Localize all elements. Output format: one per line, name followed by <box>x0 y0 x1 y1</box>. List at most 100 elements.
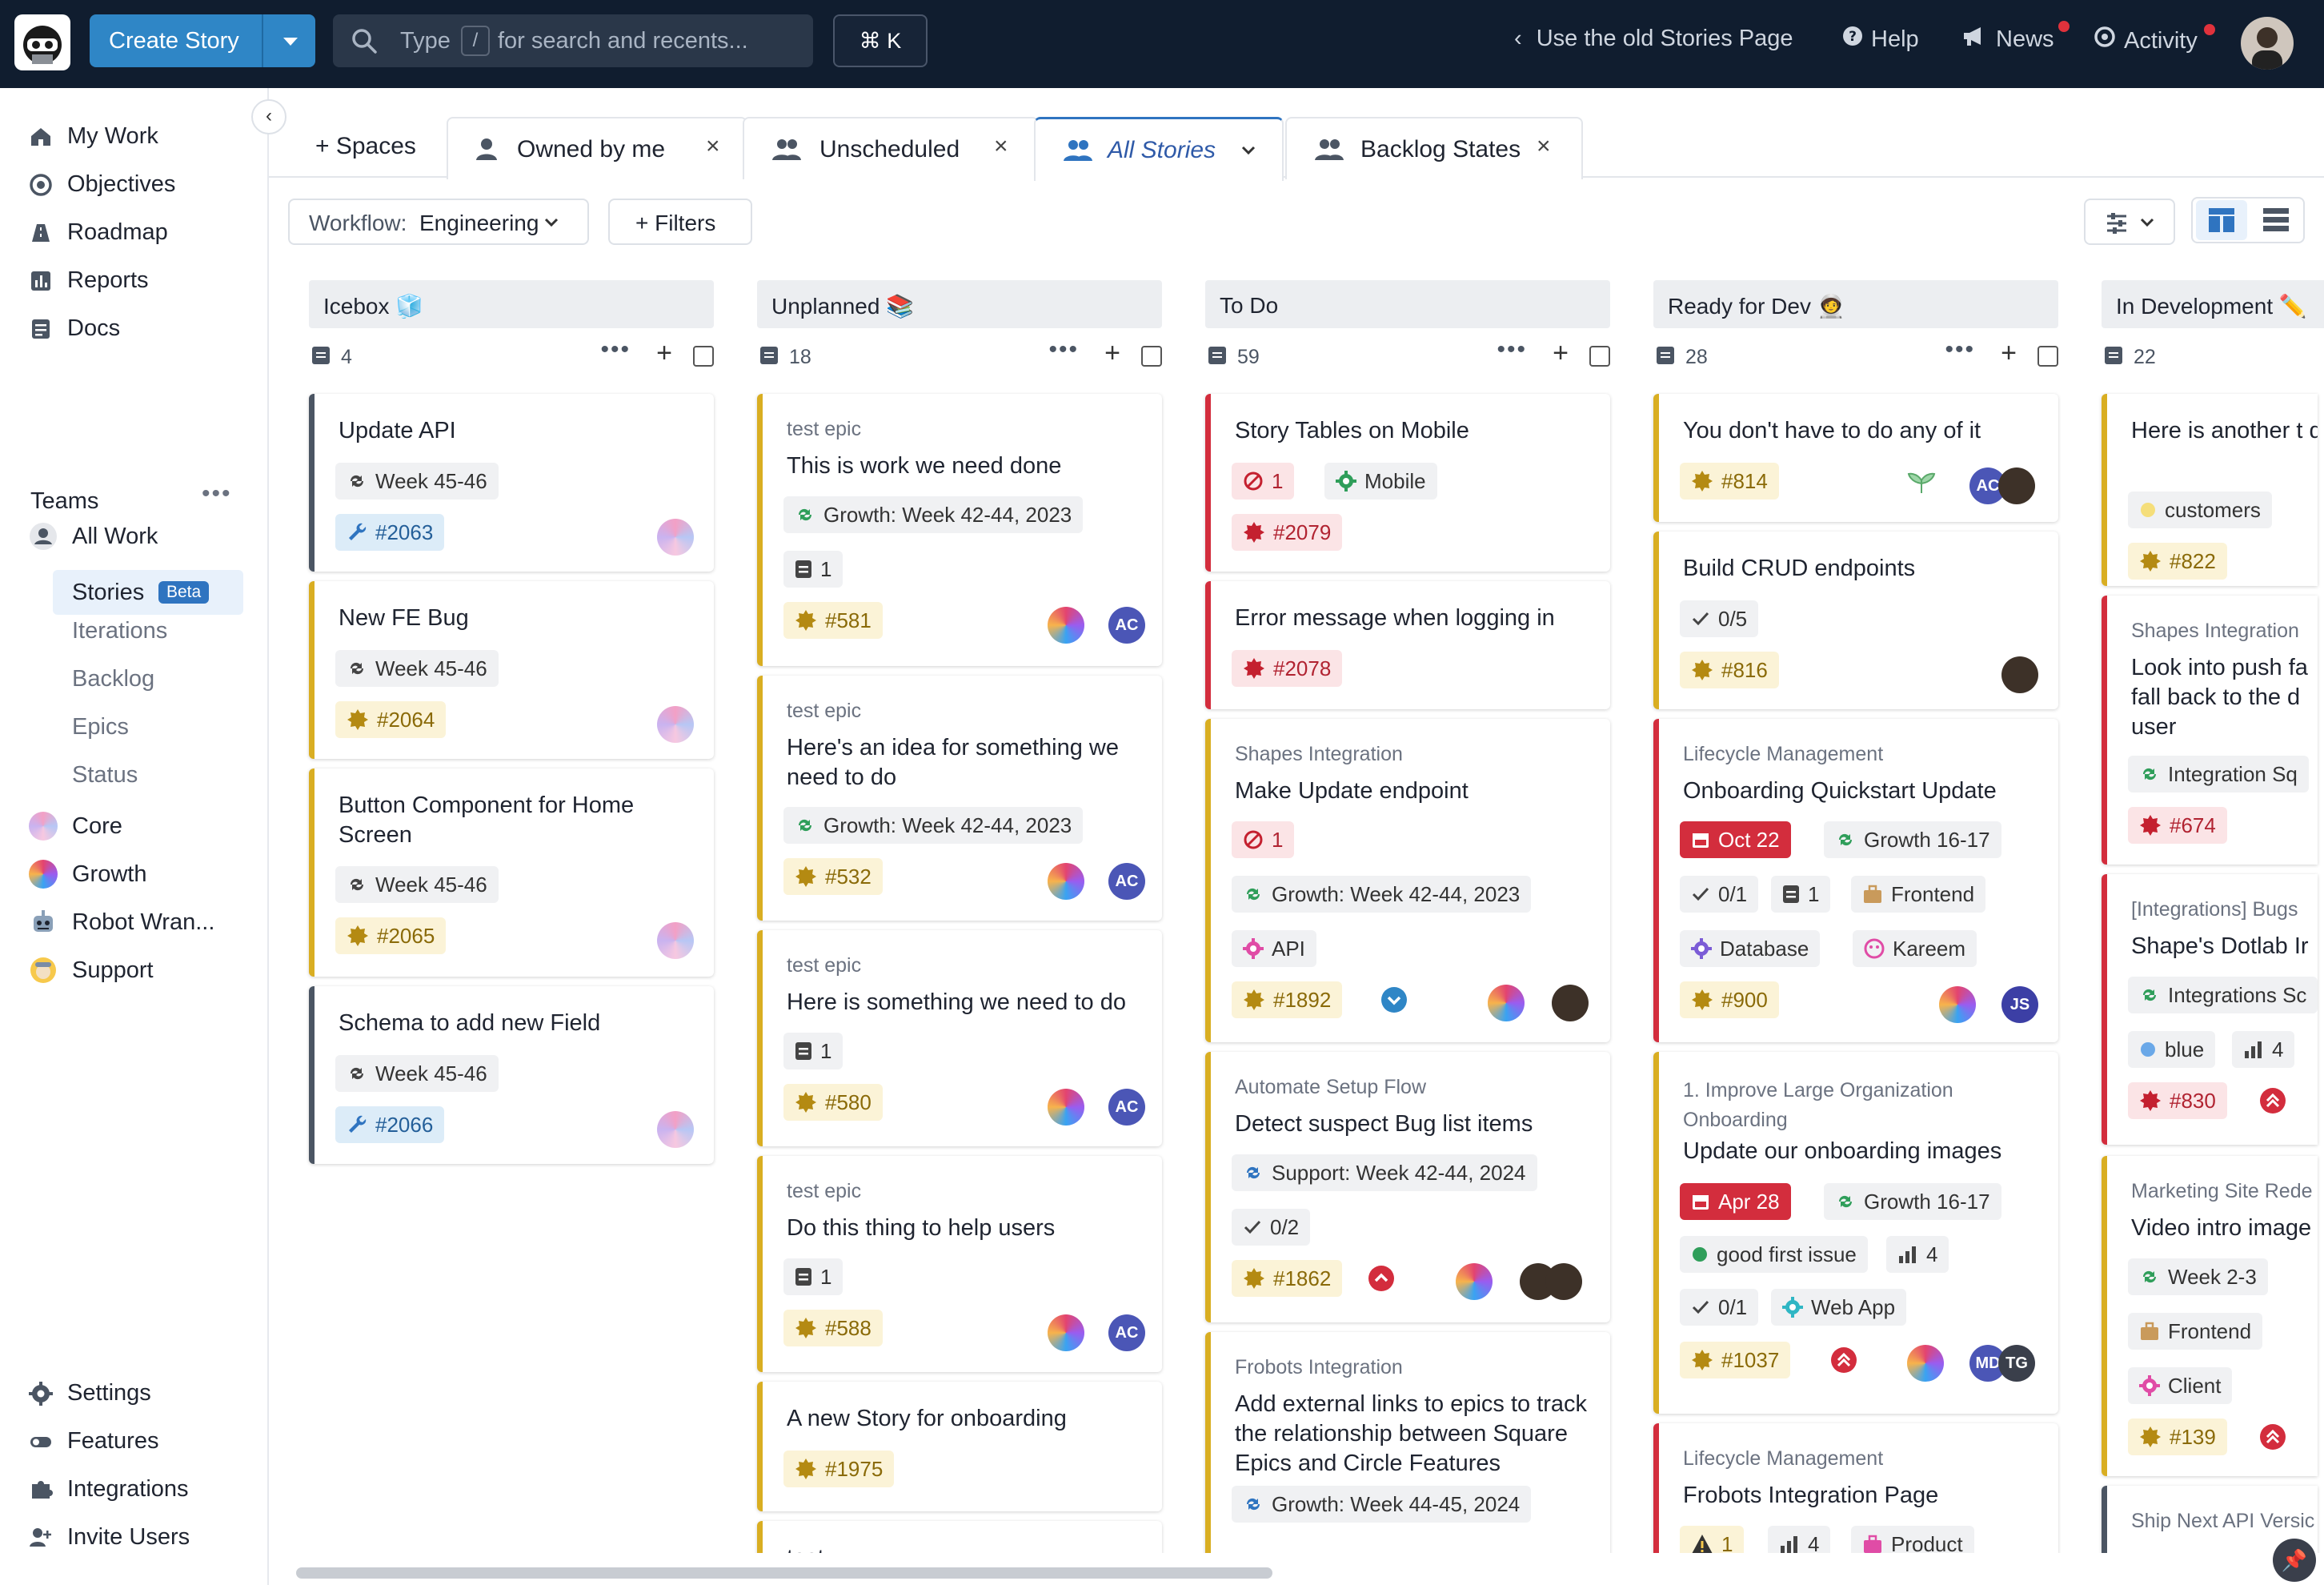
owner-avatar[interactable]: AC <box>1108 1089 1145 1126</box>
filters-button[interactable]: + Filters <box>608 199 752 245</box>
story-pill[interactable]: #900 <box>1680 981 1779 1018</box>
owner-avatar[interactable] <box>657 922 694 959</box>
sidebar-team-core[interactable]: Core <box>29 812 122 841</box>
add-story-icon[interactable]: + <box>1104 338 1120 369</box>
story-card[interactable]: A new Story for onboarding #1975 <box>757 1382 1162 1511</box>
story-pill[interactable]: Mobile <box>1324 463 1437 500</box>
story-card[interactable]: Automate Setup Flow Detect suspect Bug li… <box>1205 1052 1610 1322</box>
story-pill[interactable]: #1975 <box>783 1451 895 1487</box>
story-pill[interactable]: Growth: Week 42-44, 2023 <box>783 496 1084 533</box>
close-icon[interactable]: × <box>1537 133 1551 160</box>
column-header[interactable]: To Do <box>1205 280 1610 328</box>
owner-avatar[interactable] <box>1048 1314 1084 1351</box>
column-more-icon[interactable]: ••• <box>600 336 631 363</box>
story-pill[interactable]: 1 <box>1232 821 1295 858</box>
tab-unscheduled[interactable]: Unscheduled × <box>743 117 1039 179</box>
pin-icon[interactable]: 📌 <box>2273 1539 2316 1582</box>
story-card[interactable]: Schema to add new Field Week 45-46 #2066 <box>309 986 714 1164</box>
sidebar-item-settings[interactable]: Settings <box>29 1380 151 1406</box>
column-header[interactable]: Icebox 🧊 <box>309 280 714 328</box>
display-settings-button[interactable] <box>2084 199 2175 245</box>
column-header[interactable]: Ready for Dev 🧑‍🚀 <box>1653 280 2058 328</box>
column-more-icon[interactable]: ••• <box>1048 336 1079 363</box>
story-pill[interactable]: Web App <box>1771 1289 1907 1326</box>
story-pill[interactable]: Week 45-46 <box>335 650 499 687</box>
story-pill[interactable]: Client <box>2128 1367 2233 1404</box>
sidebar-item-all-work[interactable]: All Work <box>29 522 158 551</box>
story-card[interactable]: Lifecycle Management Onboarding Quickstar… <box>1653 719 2058 1042</box>
story-pill[interactable]: #1862 <box>1232 1260 1343 1297</box>
sidebar-team-growth[interactable]: Growth <box>29 860 146 889</box>
story-pill[interactable]: #588 <box>783 1310 883 1346</box>
owner-avatar[interactable] <box>1456 1263 1493 1300</box>
story-pill[interactable]: #816 <box>1680 652 1779 688</box>
priority-highest-icon[interactable] <box>2259 1423 2286 1455</box>
story-pill[interactable]: #674 <box>2128 807 2227 844</box>
owner-avatar[interactable] <box>1488 985 1525 1021</box>
sidebar-item-backlog[interactable]: Backlog <box>72 666 154 692</box>
story-pill[interactable]: #814 <box>1680 463 1779 500</box>
user-avatar[interactable] <box>2241 17 2294 70</box>
story-pill[interactable]: 1 <box>783 1258 843 1295</box>
sidebar-item-epics[interactable]: Epics <box>72 714 129 740</box>
story-card[interactable]: test epic Here is something we need to do… <box>757 930 1162 1146</box>
story-pill[interactable]: #822 <box>2128 543 2227 580</box>
story-pill[interactable]: Kareem <box>1853 930 1977 967</box>
story-pill[interactable]: Growth: Week 44-45, 2024 <box>1232 1486 1532 1523</box>
owner-avatar[interactable]: AC <box>1108 607 1145 644</box>
plant-icon[interactable] <box>1905 467 1937 499</box>
sidebar-item-roadmap[interactable]: Roadmap <box>29 219 168 246</box>
story-pill[interactable]: #2078 <box>1232 650 1343 687</box>
story-pill[interactable]: #2064 <box>335 701 447 738</box>
old-stories-link[interactable]: ‹ Use the old Stories Page <box>1514 26 1793 52</box>
tab-owned-by-me[interactable]: Owned by me × <box>447 117 747 179</box>
sidebar-team-support[interactable]: Support <box>29 956 154 985</box>
story-pill[interactable]: Frontend <box>1851 876 1986 913</box>
story-pill[interactable]: 1 <box>783 551 843 588</box>
story-pill[interactable]: #1037 <box>1680 1342 1791 1378</box>
tab-spaces[interactable]: + Spaces <box>315 133 416 160</box>
add-story-icon[interactable]: + <box>2001 338 2017 369</box>
story-card[interactable]: Shapes Integration Make Update endpoint 1 G… <box>1205 719 1610 1042</box>
story-pill[interactable]: Support: Week 42-44, 2024 <box>1232 1154 1537 1191</box>
tab-all-stories[interactable]: All Stories <box>1034 117 1284 181</box>
select-all-checkbox[interactable] <box>1141 346 1162 367</box>
story-pill[interactable]: API <box>1232 930 1316 967</box>
story-card[interactable]: Frobots Integration Add external links to… <box>1205 1332 1610 1553</box>
story-card[interactable]: Marketing Site Rede Video intro image Week… <box>2102 1156 2318 1476</box>
sidebar-item-docs[interactable]: Docs <box>29 315 120 342</box>
column-more-icon[interactable]: ••• <box>1945 336 1975 363</box>
workflow-select[interactable]: Workflow: Engineering <box>288 199 589 245</box>
teams-more-icon[interactable]: ••• <box>202 480 232 508</box>
priority-low-icon[interactable] <box>1380 986 1408 1017</box>
story-card[interactable]: New FE Bug Week 45-46 #2064 <box>309 581 714 759</box>
sidebar-item-stories[interactable]: Stories Beta <box>53 570 243 615</box>
story-pill[interactable]: Integrations Sc <box>2128 977 2318 1013</box>
sidebar-item-invite-users[interactable]: Invite Users <box>29 1524 190 1551</box>
story-pill[interactable]: 0/1 <box>1680 1289 1759 1326</box>
sidebar-item-objectives[interactable]: Objectives <box>29 171 175 198</box>
story-pill[interactable]: 4 <box>1768 1526 1831 1553</box>
story-pill[interactable]: Growth: Week 42-44, 2023 <box>1232 876 1532 913</box>
story-pill[interactable]: 1 <box>1771 876 1831 913</box>
story-pill[interactable]: #139 <box>2128 1418 2227 1455</box>
story-pill[interactable]: Growth 16-17 <box>1824 821 2001 858</box>
story-pill[interactable]: 4 <box>2232 1031 2295 1068</box>
owner-avatar[interactable] <box>1048 863 1084 900</box>
story-pill[interactable]: 1 <box>1680 1526 1745 1553</box>
story-pill[interactable]: 1 <box>783 1033 843 1069</box>
create-dropdown-icon[interactable] <box>283 38 298 46</box>
story-card[interactable]: Lifecycle Management Frobots Integration … <box>1653 1423 2058 1553</box>
story-pill[interactable]: #2063 <box>335 514 445 551</box>
column-header[interactable]: Unplanned 📚 <box>757 280 1162 328</box>
owner-avatar[interactable] <box>657 519 694 556</box>
priority-highest-icon[interactable] <box>1830 1346 1857 1378</box>
owner-avatar[interactable] <box>2001 656 2038 693</box>
select-all-checkbox[interactable] <box>693 346 714 367</box>
story-pill[interactable]: Week 45-46 <box>335 866 499 903</box>
owner-avatar[interactable]: TG <box>1998 1345 2035 1382</box>
sidebar-item-features[interactable]: Features <box>29 1428 158 1455</box>
owner-avatar[interactable] <box>657 1111 694 1148</box>
priority-high-icon[interactable] <box>1368 1265 1395 1296</box>
sidebar-item-my-work[interactable]: My Work <box>29 123 158 150</box>
